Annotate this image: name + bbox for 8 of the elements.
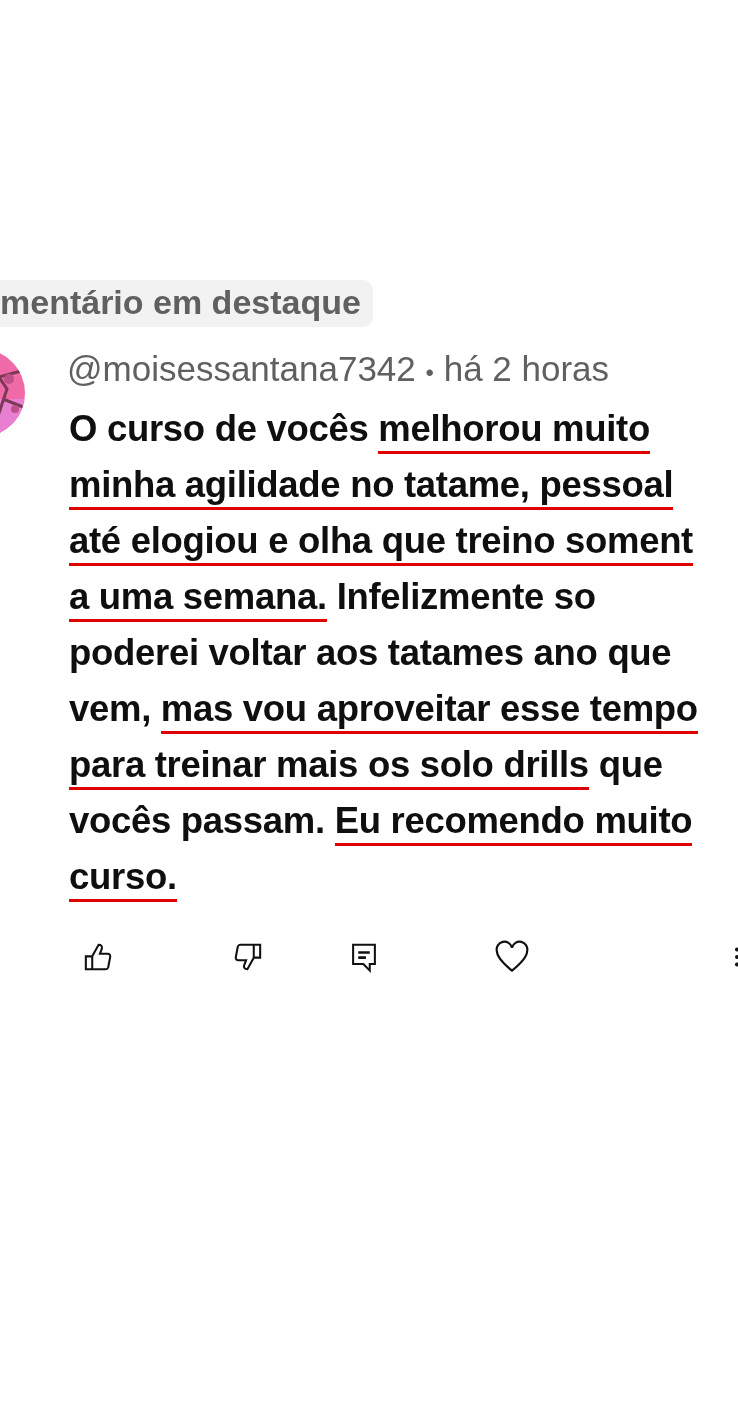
thumbs-up-icon[interactable]: [82, 941, 114, 973]
thumbs-down-icon[interactable]: [232, 941, 264, 973]
comment-text: O curso de vocês melhorou muito minha agilidade no tatame, pessoal até elogiou e olha que treino soment a uma semana. Infelizmente so poderei voltar aos tatames ano que vem, mas vou aproveitar esse tempo para treinar mais os solo drills que vocês passam. Eu recomendo muito curso.: [69, 401, 738, 905]
comment-author[interactable]: @moisessantana7342: [67, 349, 416, 388]
comment-time: há 2 horas: [443, 349, 610, 388]
pinned-comment-label: mentário em destaque: [0, 280, 373, 327]
separator-dot: •: [425, 359, 434, 386]
heart-icon[interactable]: [494, 939, 530, 975]
